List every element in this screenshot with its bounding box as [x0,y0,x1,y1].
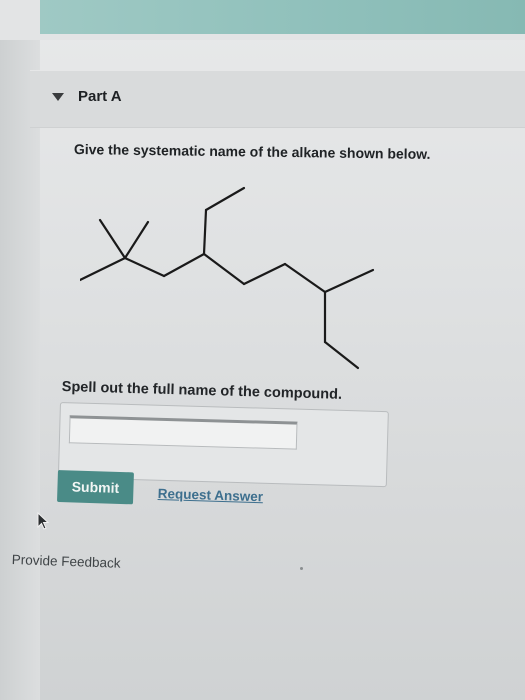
header-banner [40,0,525,34]
bond [80,256,127,282]
bond [283,262,327,294]
bond [123,220,150,260]
bond [98,218,127,260]
part-title: Part A [78,88,122,105]
page: Part A Give the systematic name of the a… [0,0,525,700]
bond [123,256,166,278]
top-bar [0,0,525,40]
submit-button[interactable]: Submit [56,470,134,505]
question-prompt: Give the systematic name of the alkane s… [73,141,431,162]
request-answer-link[interactable]: Request Answer [158,486,264,504]
bond [162,252,206,278]
bond [204,186,246,212]
left-gutter [0,40,40,700]
bond [323,268,375,294]
bond [242,262,287,286]
mouse-pointer-icon [37,512,50,530]
stray-dot [300,567,303,570]
bond [202,208,208,256]
answer-instruction: Spell out the full name of the compound. [61,379,343,403]
bond [323,340,360,370]
compound-name-input[interactable] [68,415,298,450]
caret-down-icon[interactable] [52,93,64,101]
part-a-header[interactable]: Part A [30,70,525,128]
bond [202,252,246,286]
alkane-structure-image [80,186,375,370]
